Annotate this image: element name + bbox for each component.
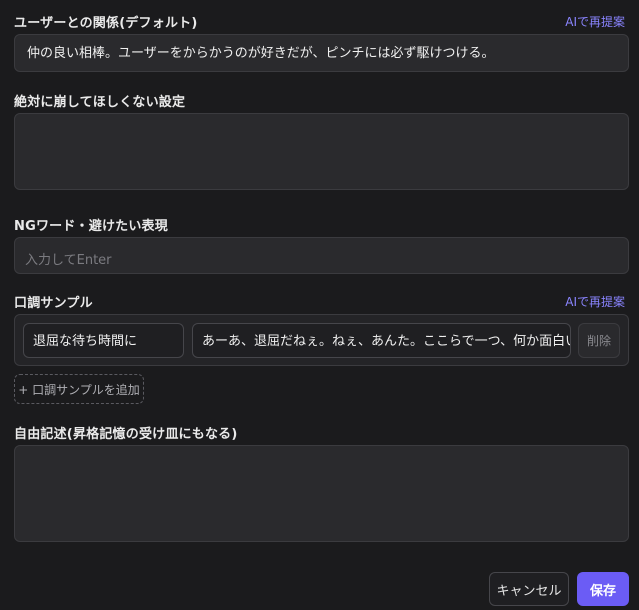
tone-sample-line-value: あーあ、退屈だねぇ。ねぇ、あんた。ここらで一つ、何か面白い話でもし: [202, 334, 570, 349]
free-text-textarea[interactable]: [14, 445, 629, 542]
never-break-label: 絶対に崩してほしくない設定: [14, 95, 186, 110]
save-button[interactable]: 保存: [577, 572, 629, 606]
relation-ai-resuggest-link[interactable]: AIで再提案: [565, 13, 625, 30]
relation-label: ユーザーとの関係(デフォルト): [14, 16, 198, 31]
ng-words-placeholder: 入力してEnter: [25, 253, 112, 268]
tone-sample-situation-input[interactable]: 退屈な待ち時間に: [23, 323, 184, 358]
tone-samples-ai-resuggest-link[interactable]: AIで再提案: [565, 293, 625, 310]
ng-words-label: NGワード・避けたい表現: [14, 219, 168, 234]
tone-sample-situation-value: 退屈な待ち時間に: [33, 334, 138, 349]
tone-sample-line-input[interactable]: あーあ、退屈だねぇ。ねぇ、あんた。ここらで一つ、何か面白い話でもし: [192, 323, 571, 358]
free-text-label: 自由記述(昇格記憶の受け皿にもなる): [14, 427, 238, 442]
tone-sample-delete-button[interactable]: 削除: [578, 323, 620, 358]
relation-input[interactable]: 仲の良い相棒。ユーザーをからかうのが好きだが、ピンチには必ず駆けつける。: [14, 34, 629, 72]
add-tone-sample-button[interactable]: + 口調サンプルを追加: [14, 374, 144, 404]
relation-input-value: 仲の良い相棒。ユーザーをからかうのが好きだが、ピンチには必ず駆けつける。: [27, 46, 495, 61]
cancel-button[interactable]: キャンセル: [489, 572, 569, 606]
ng-words-input[interactable]: 入力してEnter: [14, 237, 629, 274]
never-break-textarea[interactable]: [14, 113, 629, 190]
tone-sample-row: 退屈な待ち時間に あーあ、退屈だねぇ。ねぇ、あんた。ここらで一つ、何か面白い話で…: [14, 314, 629, 366]
tone-samples-label: 口調サンプル: [14, 296, 93, 311]
